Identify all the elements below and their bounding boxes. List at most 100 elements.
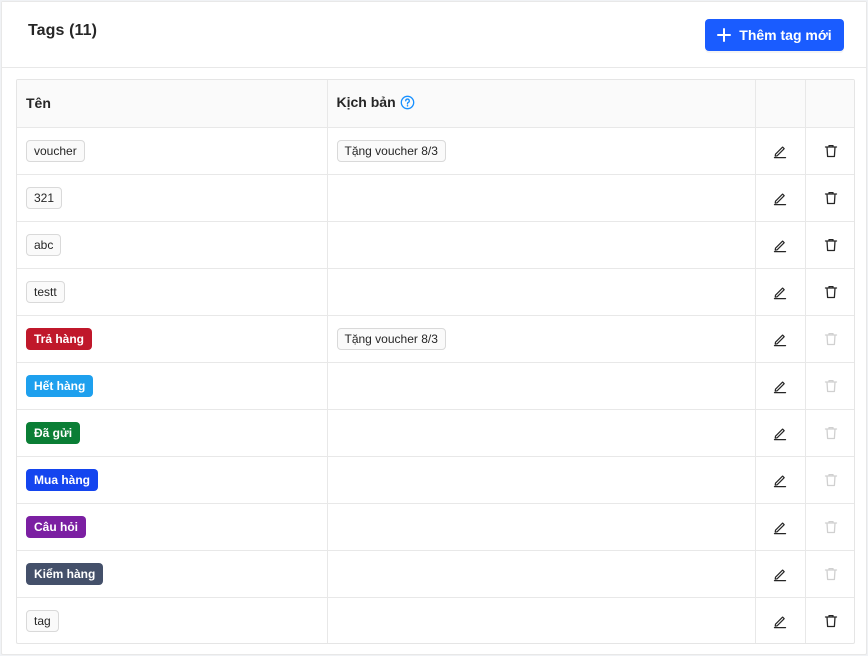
table-row: voucher Tặng voucher 8/3 [17, 127, 854, 175]
script-chip: Tặng voucher 8/3 [336, 327, 446, 350]
cell-script [327, 268, 756, 316]
cell-tag-name: voucher [17, 127, 328, 175]
cell-delete [805, 221, 854, 269]
table-row: Kiểm hàng [17, 550, 854, 598]
tag-chip: abc [26, 233, 62, 256]
trash-icon [819, 327, 843, 351]
cell-tag-name: Kiểm hàng [17, 550, 328, 598]
script-chip: Tặng voucher 8/3 [336, 139, 446, 162]
cell-delete [805, 503, 854, 551]
tag-chip: tag [26, 609, 59, 632]
cell-edit [755, 503, 806, 551]
trash-icon [819, 468, 843, 492]
cell-delete [805, 597, 854, 643]
question-circle-icon[interactable] [400, 95, 415, 113]
trash-icon[interactable] [819, 280, 843, 304]
cell-delete [805, 315, 854, 363]
trash-icon [819, 421, 843, 445]
table-row: tag [17, 597, 854, 643]
tags-card: Tags (11) Thêm tag mới Tên Kịch bản vouc… [1, 1, 867, 655]
pencil-icon[interactable] [768, 186, 792, 210]
cell-tag-name: Đã gửi [17, 409, 328, 457]
tag-chip: Trả hàng [26, 327, 93, 350]
trash-icon [819, 374, 843, 398]
trash-icon [819, 515, 843, 539]
cell-delete [805, 456, 854, 504]
pencil-icon[interactable] [768, 280, 792, 304]
table-row: testt [17, 268, 854, 316]
cell-script: Tặng voucher 8/3 [327, 127, 756, 175]
cell-script [327, 456, 756, 504]
tag-chip: Kiểm hàng [26, 562, 104, 585]
cell-script [327, 221, 756, 269]
cell-edit [755, 550, 806, 598]
pencil-icon[interactable] [768, 233, 792, 257]
cell-script [327, 550, 756, 598]
cell-delete [805, 362, 854, 410]
pencil-icon[interactable] [768, 139, 792, 163]
cell-edit [755, 409, 806, 457]
table-row: Mua hàng [17, 456, 854, 504]
cell-tag-name: abc [17, 221, 328, 269]
cell-delete [805, 409, 854, 457]
cell-tag-name: 321 [17, 174, 328, 222]
trash-icon[interactable] [819, 609, 843, 633]
cell-delete [805, 550, 854, 598]
cell-tag-name: Hết hàng [17, 362, 328, 410]
column-header-script: Kịch bản [327, 80, 756, 128]
cell-tag-name: tag [17, 597, 328, 643]
cell-script: Tặng voucher 8/3 [327, 315, 756, 363]
cell-edit [755, 221, 806, 269]
cell-delete [805, 268, 854, 316]
tags-table: Tên Kịch bản voucher Tặng voucher 8/3 321 a… [16, 79, 855, 644]
trash-icon[interactable] [819, 139, 843, 163]
tag-chip: testt [26, 280, 65, 303]
tag-chip: Câu hỏi [26, 515, 86, 538]
table-header-row: Tên Kịch bản [17, 80, 854, 128]
table-row: Câu hỏi [17, 503, 854, 551]
trash-icon[interactable] [819, 233, 843, 257]
cell-tag-name: Trả hàng [17, 315, 328, 363]
pencil-icon[interactable] [768, 562, 792, 586]
table-row: Trả hàng Tặng voucher 8/3 [17, 315, 854, 363]
cell-delete [805, 174, 854, 222]
column-header-name: Tên [17, 80, 328, 128]
column-header-name-label: Tên [26, 95, 51, 112]
trash-icon [819, 562, 843, 586]
column-header-edit [755, 80, 806, 128]
cell-tag-name: testt [17, 268, 328, 316]
cell-script [327, 597, 756, 643]
table-row: Đã gửi [17, 409, 854, 457]
column-header-delete [805, 80, 854, 128]
cell-edit [755, 268, 806, 316]
page-title: Tags (11) [28, 22, 98, 39]
cell-edit [755, 456, 806, 504]
cell-script [327, 503, 756, 551]
table-row: abc [17, 221, 854, 269]
trash-icon[interactable] [819, 186, 843, 210]
cell-script [327, 362, 756, 410]
pencil-icon[interactable] [768, 468, 792, 492]
table-row: 321 [17, 174, 854, 222]
cell-delete [805, 127, 854, 175]
add-tag-button[interactable]: Thêm tag mới [705, 19, 844, 51]
pencil-icon[interactable] [768, 609, 792, 633]
cell-edit [755, 315, 806, 363]
tag-chip: Mua hàng [26, 468, 98, 491]
cell-script [327, 174, 756, 222]
pencil-icon[interactable] [768, 327, 792, 351]
pencil-icon[interactable] [768, 515, 792, 539]
add-tag-button-label: Thêm tag mới [739, 27, 832, 43]
card-header: Tags (11) Thêm tag mới [2, 2, 866, 68]
cell-edit [755, 174, 806, 222]
table-row: Hết hàng [17, 362, 854, 410]
pencil-icon[interactable] [768, 421, 792, 445]
tag-chip: 321 [26, 186, 63, 209]
column-header-script-label: Kịch bản [336, 93, 396, 110]
tag-chip: voucher [26, 139, 85, 162]
cell-edit [755, 362, 806, 410]
tag-chip: Đã gửi [26, 421, 81, 444]
cell-edit [755, 127, 806, 175]
pencil-icon[interactable] [768, 374, 792, 398]
tag-chip: Hết hàng [26, 374, 94, 397]
